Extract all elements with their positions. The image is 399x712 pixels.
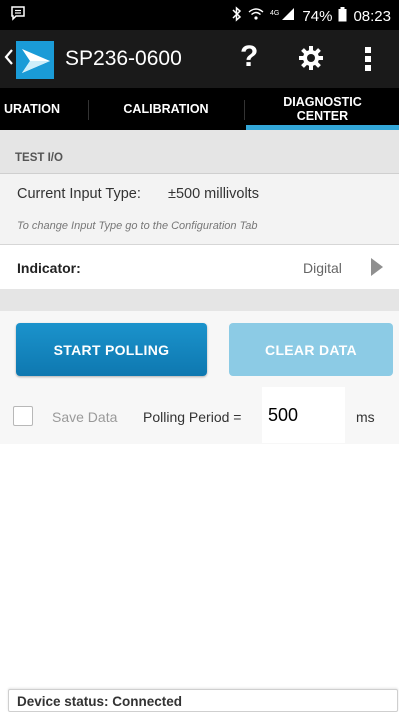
- polling-period-label: Polling Period =: [143, 409, 242, 425]
- tab-configuration[interactable]: URATION: [0, 88, 86, 130]
- app-bar: SP236-0600 ?: [0, 30, 399, 88]
- indicator-label: Indicator:: [17, 260, 81, 276]
- help-icon[interactable]: ?: [240, 40, 258, 74]
- polling-period-input[interactable]: [262, 387, 345, 443]
- section-spacer: [0, 289, 399, 311]
- svg-text:4G: 4G: [270, 10, 279, 17]
- indicator-value: Digital: [303, 260, 342, 276]
- tab-calibration[interactable]: CALIBRATION: [90, 88, 242, 130]
- bluetooth-icon: [232, 6, 242, 26]
- indicator-row[interactable]: Indicator: Digital: [0, 245, 399, 289]
- back-chevron-icon[interactable]: [4, 46, 14, 72]
- polling-controls: START POLLING CLEAR DATA Save Data Polli…: [0, 311, 399, 444]
- tab-diagnostic-center[interactable]: DIAGNOSTIC CENTER: [246, 88, 399, 130]
- save-data-checkbox[interactable]: [13, 406, 33, 426]
- device-status-text: Device status: Connected: [17, 694, 183, 709]
- battery-icon: [338, 6, 347, 26]
- app-logo-icon[interactable]: [16, 41, 54, 79]
- status-bar: 4G 74% 08:23: [0, 0, 399, 30]
- input-type-hint: To change Input Type go to the Configura…: [17, 220, 258, 232]
- current-input-type-label: Current Input Type:: [17, 186, 141, 202]
- device-status-bar: Device status: Connected: [8, 689, 398, 712]
- chat-icon: [10, 5, 26, 25]
- start-polling-button[interactable]: START POLLING: [16, 323, 207, 376]
- battery-percent: 74%: [302, 7, 333, 25]
- save-data-label: Save Data: [52, 409, 118, 425]
- tab-divider: [88, 100, 89, 120]
- clear-data-button[interactable]: CLEAR DATA: [229, 323, 393, 376]
- input-type-panel: Current Input Type: ±500 millivolts To c…: [0, 174, 399, 244]
- tab-divider: [244, 100, 245, 120]
- polling-period-unit: ms: [356, 409, 375, 425]
- expand-arrow-icon[interactable]: [371, 258, 383, 276]
- tab-bar: URATION CALIBRATION DIAGNOSTIC CENTER: [0, 88, 399, 130]
- section-title: TEST I/O: [15, 152, 63, 164]
- clock: 08:23: [353, 7, 391, 25]
- section-header: TEST I/O: [0, 130, 399, 174]
- device-title: SP236-0600: [65, 47, 182, 70]
- 4g-signal-icon: 4G: [270, 7, 296, 25]
- current-input-type-value: ±500 millivolts: [168, 186, 259, 202]
- wifi-icon: [248, 7, 264, 25]
- overflow-menu-icon[interactable]: [364, 44, 372, 74]
- gear-icon[interactable]: [298, 45, 324, 71]
